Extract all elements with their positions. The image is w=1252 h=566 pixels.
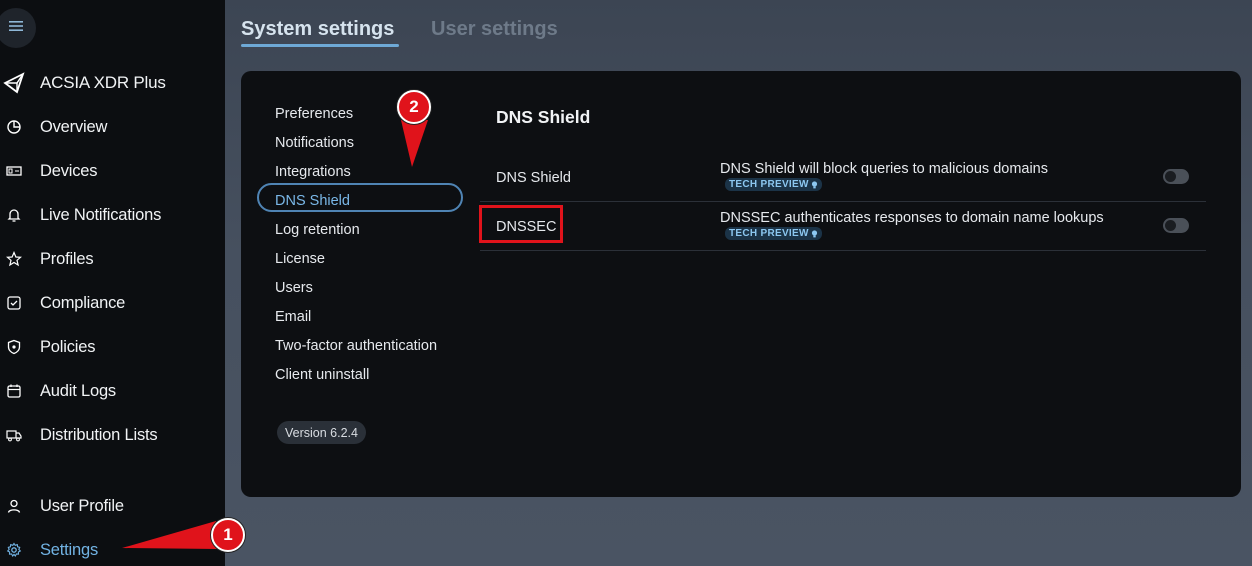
sidebar-item-audit-logs[interactable]: Audit Logs [0, 376, 225, 406]
menu-toggle-button[interactable] [0, 8, 36, 48]
sidebar-item-label: Overview [40, 117, 108, 136]
sidebar-item-policies[interactable]: Policies [0, 332, 225, 362]
sidebar-item-compliance[interactable]: Compliance [0, 288, 225, 318]
step-2-callout: 2 [397, 90, 431, 124]
badge-label: TECH PREVIEW [729, 228, 809, 239]
setting-description: DNSSEC authenticates responses to domain… [720, 210, 1104, 226]
submenu-item-dns-shield[interactable]: DNS Shield [275, 193, 350, 209]
tech-preview-badge: TECH PREVIEW [725, 227, 822, 240]
bulb-icon [811, 180, 818, 189]
dnssec-highlight-box [479, 205, 563, 243]
tab-user-settings[interactable]: User settings [431, 18, 558, 41]
hamburger-icon [9, 19, 23, 37]
setting-row-dnssec: DNSSEC DNSSEC authenticates responses to… [480, 201, 1206, 251]
setting-name: DNS Shield [496, 170, 571, 186]
submenu-item-client-uninstall[interactable]: Client uninstall [275, 367, 369, 383]
active-tab-indicator [241, 44, 399, 47]
pie-chart-icon [6, 119, 22, 135]
setting-row-dns-shield: DNS Shield DNS Shield will block queries… [480, 152, 1206, 202]
sidebar-item-label: Compliance [40, 293, 126, 312]
toggle-knob [1165, 171, 1176, 182]
sidebar-item-profiles[interactable]: Profiles [0, 244, 225, 274]
sidebar-item-label: Profiles [40, 249, 94, 268]
sidebar-item-live-notifications[interactable]: Live Notifications [0, 200, 225, 230]
main-content: System settings User settings Preference… [225, 0, 1252, 566]
setting-description: DNS Shield will block queries to malicio… [720, 161, 1048, 177]
star-icon [5, 250, 23, 267]
version-badge: Version 6.2.4 [277, 421, 366, 444]
badge-label: TECH PREVIEW [729, 179, 809, 190]
toggle-knob [1165, 220, 1176, 231]
sidebar-item-label: Settings [40, 540, 99, 559]
sidebar-item-label: Live Notifications [40, 205, 162, 224]
submenu-item-users[interactable]: Users [275, 280, 313, 296]
sidebar-item-distribution-lists[interactable]: Distribution Lists [0, 420, 225, 450]
dns-shield-toggle[interactable] [1163, 169, 1189, 184]
submenu-item-integrations[interactable]: Integrations [275, 164, 351, 180]
bulb-icon [811, 229, 818, 238]
submenu-item-preferences[interactable]: Preferences [275, 106, 353, 122]
calendar-icon [6, 383, 22, 399]
checkbox-icon [6, 295, 22, 311]
acsia-logo-icon [3, 72, 25, 94]
sidebar-item-devices[interactable]: Devices [0, 156, 225, 186]
devices-icon [6, 163, 22, 179]
sidebar-item-settings[interactable]: Settings [0, 535, 225, 565]
brand-name: ACSIA XDR Plus [40, 73, 166, 92]
gear-icon [6, 542, 22, 558]
submenu-item-notifications[interactable]: Notifications [275, 135, 354, 151]
shield-icon [6, 339, 22, 355]
settings-card: Preferences Notifications Integrations D… [241, 71, 1241, 497]
user-icon [6, 498, 22, 514]
submenu-item-log-retention[interactable]: Log retention [275, 222, 360, 238]
step-1-callout: 1 [211, 518, 245, 552]
bell-icon [6, 207, 22, 223]
submenu-item-license[interactable]: License [275, 251, 325, 267]
sidebar-item-label: Policies [40, 337, 96, 356]
submenu-item-two-factor-authentication[interactable]: Two-factor authentication [275, 338, 437, 354]
sidebar-item-overview[interactable]: Overview [0, 112, 225, 142]
sidebar-item-label: Distribution Lists [40, 425, 158, 444]
sidebar-item-label: User Profile [40, 496, 124, 515]
sidebar-item-label: Audit Logs [40, 381, 116, 400]
tab-system-settings[interactable]: System settings [241, 18, 394, 41]
submenu-item-email[interactable]: Email [275, 309, 311, 325]
truck-icon [6, 427, 22, 443]
sidebar: ACSIA XDR Plus Overview Devices Live Not… [0, 0, 225, 566]
panel-title: DNS Shield [496, 107, 591, 127]
brand-logo[interactable]: ACSIA XDR Plus [0, 68, 225, 98]
sidebar-item-user-profile[interactable]: User Profile [0, 491, 225, 521]
sidebar-item-label: Devices [40, 161, 98, 180]
dnssec-toggle[interactable] [1163, 218, 1189, 233]
tech-preview-badge: TECH PREVIEW [725, 178, 822, 191]
